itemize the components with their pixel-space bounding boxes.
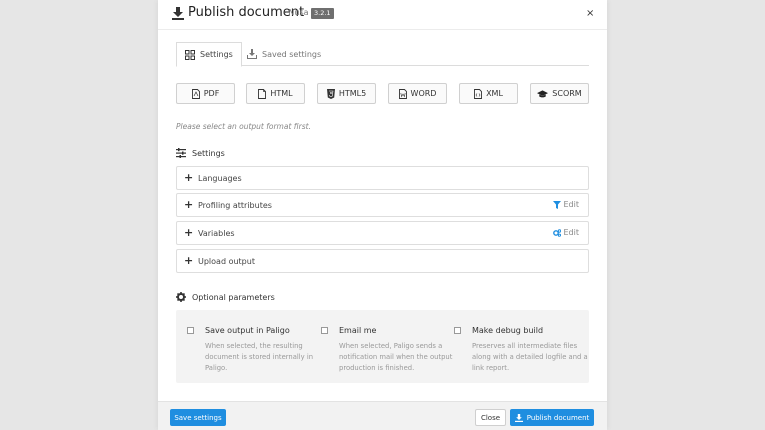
format-buttons: PDF HTML HTML5 WORD XML SCORM xyxy=(176,83,589,104)
format-pdf-button[interactable]: PDF xyxy=(176,83,235,104)
format-html-button[interactable]: HTML xyxy=(246,83,305,104)
download-tray-icon xyxy=(247,49,257,59)
accordion-variables-label: Variables xyxy=(198,229,235,238)
accordion-languages[interactable]: + Languages xyxy=(176,166,589,190)
format-html5-label: HTML5 xyxy=(338,89,367,98)
close-icon[interactable]: × xyxy=(586,8,594,19)
profiling-edit-label: Edit xyxy=(563,200,580,209)
debug-build-description: Preserves all intermediate files along w… xyxy=(472,342,588,372)
close-label: Close xyxy=(480,413,501,422)
save-output-label: Save output in Paligo xyxy=(205,326,290,335)
format-scorm-button[interactable]: SCORM xyxy=(530,83,589,104)
optional-section-label: Optional parameters xyxy=(192,292,275,302)
format-scorm-label: SCORM xyxy=(552,89,582,98)
graduation-cap-icon xyxy=(537,89,549,97)
publish-document-label: Publish document xyxy=(526,413,590,422)
email-me-checkbox[interactable] xyxy=(321,327,328,334)
profiling-edit-link[interactable]: Edit xyxy=(552,200,580,209)
save-settings-label: Save settings xyxy=(174,413,222,422)
format-word-label: WORD xyxy=(410,89,437,98)
variables-edit-link[interactable]: Edit xyxy=(552,228,580,237)
publish-document-button[interactable]: Publish document xyxy=(510,409,594,426)
tab-settings-label: Settings xyxy=(200,50,233,59)
accordion-profiling-attributes[interactable]: + Profiling attributes Edit xyxy=(176,193,589,217)
sliders-icon xyxy=(176,148,186,158)
publish-dialog: Publish document - Nusa 3.2.1 × Settings… xyxy=(158,0,607,430)
dialog-header: Publish document - Nusa 3.2.1 × xyxy=(158,0,607,30)
tab-saved-settings[interactable]: Saved settings xyxy=(239,42,329,66)
tab-bar: Settings Saved settings xyxy=(176,42,589,67)
settings-section-title: Settings xyxy=(176,148,225,158)
save-output-checkbox[interactable] xyxy=(187,327,194,334)
tab-settings[interactable]: Settings xyxy=(176,42,242,67)
pdf-file-icon xyxy=(191,88,200,99)
debug-build-checkbox[interactable] xyxy=(454,327,461,334)
variables-edit-label: Edit xyxy=(563,228,580,237)
close-button[interactable]: Close xyxy=(475,409,506,426)
optional-section-title: Optional parameters xyxy=(176,292,275,302)
word-file-icon xyxy=(398,88,407,99)
backdrop-right xyxy=(607,0,765,430)
dialog-footer: Save settings Close Publish document xyxy=(158,401,607,430)
format-html5-button[interactable]: HTML5 xyxy=(317,83,376,104)
email-me-description: When selected, Paligo sends a notificati… xyxy=(339,342,453,372)
format-html-label: HTML xyxy=(270,89,293,98)
format-pdf-label: PDF xyxy=(203,89,220,98)
plus-icon: + xyxy=(184,254,194,267)
save-output-description: When selected, the resulting document is… xyxy=(205,342,314,372)
filter-icon xyxy=(552,200,561,209)
accordion-variables[interactable]: + Variables Edit xyxy=(176,221,589,245)
grid-icon xyxy=(185,49,195,60)
accordion-profiling-label: Profiling attributes xyxy=(198,201,272,210)
accordion-languages-label: Languages xyxy=(198,174,242,183)
plus-icon: + xyxy=(184,171,194,184)
accordion-upload-label: Upload output xyxy=(198,257,255,266)
gear-icon xyxy=(176,292,186,302)
format-hint: Please select an output format first. xyxy=(176,122,311,131)
settings-section-label: Settings xyxy=(192,148,225,158)
save-settings-button[interactable]: Save settings xyxy=(170,409,226,426)
optional-parameters-panel: Save output in Paligo When selected, the… xyxy=(176,310,589,383)
file-icon xyxy=(258,88,267,99)
backdrop-left xyxy=(0,0,158,430)
document-name: - Nusa xyxy=(283,8,309,17)
accordion-upload-output[interactable]: + Upload output xyxy=(176,249,589,273)
plus-icon: + xyxy=(184,198,194,211)
code-file-icon xyxy=(474,88,483,99)
download-icon xyxy=(514,413,523,422)
format-word-button[interactable]: WORD xyxy=(388,83,447,104)
debug-build-label: Make debug build xyxy=(472,326,544,335)
version-badge: 3.2.1 xyxy=(311,8,334,19)
tab-saved-settings-label: Saved settings xyxy=(262,49,322,59)
html5-icon xyxy=(326,88,335,99)
format-xml-button[interactable]: XML xyxy=(459,83,518,104)
email-me-label: Email me xyxy=(339,326,377,335)
download-icon xyxy=(172,7,184,20)
gears-icon xyxy=(552,228,561,237)
format-xml-label: XML xyxy=(486,89,503,98)
plus-icon: + xyxy=(184,226,194,239)
